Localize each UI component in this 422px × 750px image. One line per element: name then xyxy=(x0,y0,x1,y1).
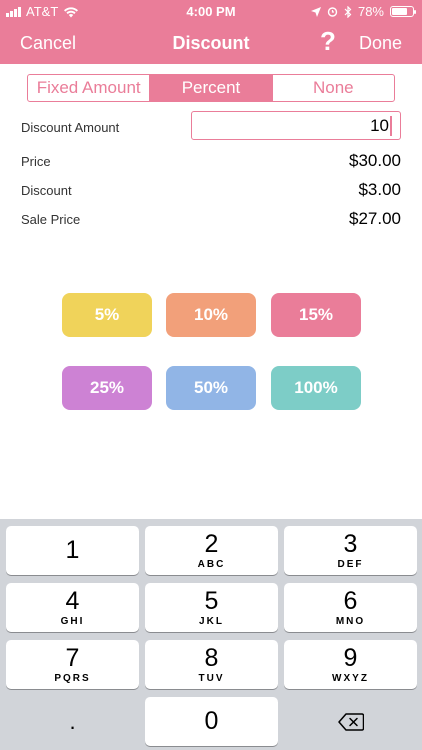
key-9[interactable]: 9 WXYZ xyxy=(284,640,417,689)
preset-50-percent-button[interactable]: 50% xyxy=(166,366,256,410)
key-number: . xyxy=(69,708,76,734)
alarm-icon xyxy=(327,7,338,17)
key-number: 7 xyxy=(65,643,80,672)
status-bar: AT&T 4:00 PM 78% xyxy=(0,0,422,22)
sale-price-label: Sale Price xyxy=(21,212,81,227)
key-8[interactable]: 8 TUV xyxy=(145,640,278,689)
sale-price-value: $27.00 xyxy=(349,209,401,228)
preset-15-percent-button[interactable]: 15% xyxy=(271,293,361,337)
price-value: $30.00 xyxy=(349,151,401,170)
text-cursor xyxy=(390,115,392,136)
key-number: 0 xyxy=(204,707,219,735)
battery-percent: 78% xyxy=(357,4,384,19)
key-0[interactable]: 0 xyxy=(145,697,278,746)
key-6[interactable]: 6 MNO xyxy=(284,583,417,632)
segment-percent[interactable]: Percent xyxy=(150,75,273,101)
numeric-keyboard: 1 2 ABC 3 DEF 4 GHI 5 JKL 6 MNO 7 PQRS 8 TUV 9W… xyxy=(0,519,422,750)
discount-amount-input[interactable]: 10 xyxy=(191,111,401,140)
help-button[interactable]: ? xyxy=(320,28,336,54)
key-letters: GHI xyxy=(60,615,85,627)
key-letters: MNO xyxy=(335,615,366,627)
status-right: 78% xyxy=(310,4,416,19)
preset-5-percent-button[interactable]: 5% xyxy=(62,293,152,337)
key-1[interactable]: 1 xyxy=(6,526,139,575)
key-letters: TUV xyxy=(198,672,225,684)
backspace-icon xyxy=(337,712,364,731)
key-number: 9 xyxy=(343,643,358,672)
key-number: 6 xyxy=(343,586,358,615)
navigation-header: AT&T 4:00 PM 78% Cancel Discount ? Done xyxy=(0,0,422,64)
preset-10-percent-button[interactable]: 10% xyxy=(166,293,256,337)
key-number: 5 xyxy=(204,586,219,615)
key-letters: ABC xyxy=(197,558,226,570)
key-number: 2 xyxy=(204,529,219,558)
location-icon xyxy=(310,6,321,17)
price-label: Price xyxy=(21,154,51,169)
preset-25-percent-button[interactable]: 25% xyxy=(62,366,152,410)
segment-none[interactable]: None xyxy=(273,75,394,101)
key-decimal[interactable]: . xyxy=(6,697,139,746)
discount-value: $3.00 xyxy=(358,180,401,199)
key-4[interactable]: 4 GHI xyxy=(6,583,139,632)
key-number: 8 xyxy=(204,643,219,672)
key-number: 3 xyxy=(343,529,358,558)
key-3[interactable]: 3 DEF xyxy=(284,526,417,575)
key-letters: JKL xyxy=(199,615,224,627)
bluetooth-icon xyxy=(344,5,352,18)
key-letters: DEF xyxy=(337,558,364,570)
key-backspace[interactable] xyxy=(284,697,417,746)
key-2[interactable]: 2 ABC xyxy=(145,526,278,575)
key-7[interactable]: 7 PQRS xyxy=(6,640,139,689)
segment-fixed-amount[interactable]: Fixed Amount xyxy=(28,75,151,101)
discount-amount-value: 10 xyxy=(370,115,389,135)
key-letters: WXYZ xyxy=(332,672,369,684)
key-5[interactable]: 5 JKL xyxy=(145,583,278,632)
preset-100-percent-button[interactable]: 100% xyxy=(271,366,361,410)
discount-amount-label: Discount Amount xyxy=(21,120,120,135)
key-number: 1 xyxy=(65,536,80,564)
discount-label: Discount xyxy=(21,183,72,198)
discount-type-selector: Fixed Amount Percent None xyxy=(27,74,395,102)
key-letters: PQRS xyxy=(54,672,91,684)
done-button[interactable]: Done xyxy=(359,33,402,54)
key-number: 4 xyxy=(65,586,80,615)
battery-icon xyxy=(390,6,416,17)
